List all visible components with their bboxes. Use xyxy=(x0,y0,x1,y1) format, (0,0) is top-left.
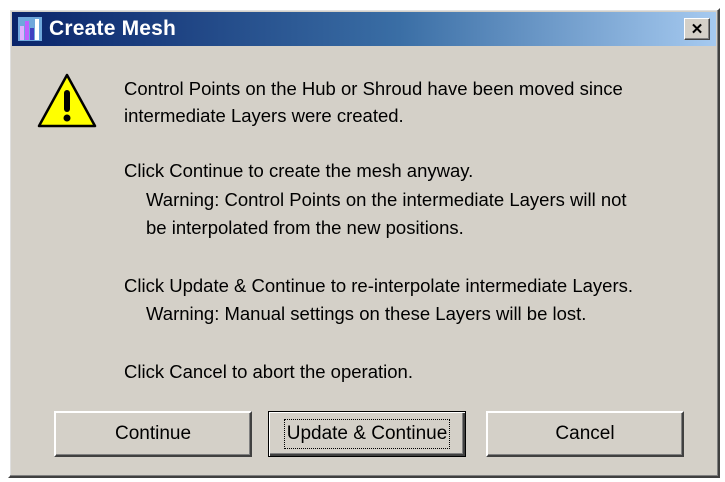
message-line: Control Points on the Hub or Shroud have… xyxy=(124,78,623,99)
create-mesh-dialog: Create Mesh ✕ Control Points on the Hub … xyxy=(8,8,720,478)
message-line: intermediate Layers were created. xyxy=(124,105,404,126)
app-icon xyxy=(18,17,42,41)
window-title: Create Mesh xyxy=(49,17,177,40)
continue-button-label: Continue xyxy=(114,423,192,444)
warning-line: Warning: Control Points on the intermedi… xyxy=(146,189,627,210)
cancel-button[interactable]: Cancel xyxy=(486,411,684,457)
warning-line: be interpolated from the new positions. xyxy=(146,217,464,238)
update-continue-button[interactable]: Update & Continue xyxy=(268,411,466,457)
continue-button[interactable]: Continue xyxy=(54,411,252,457)
update-continue-button-label: Update & Continue xyxy=(283,419,451,449)
warning-line: Warning: Manual settings on these Layers… xyxy=(146,303,587,324)
message-line: Click Continue to create the mesh anyway… xyxy=(124,160,474,181)
cancel-button-label: Cancel xyxy=(555,423,615,444)
close-button[interactable]: ✕ xyxy=(684,18,710,40)
close-icon: ✕ xyxy=(690,20,704,38)
warning-icon xyxy=(37,73,97,128)
title-bar[interactable]: Create Mesh ✕ xyxy=(12,12,716,46)
message-line: Click Update & Continue to re-interpolat… xyxy=(124,275,634,296)
message-line: Click Cancel to abort the operation. xyxy=(124,361,413,382)
